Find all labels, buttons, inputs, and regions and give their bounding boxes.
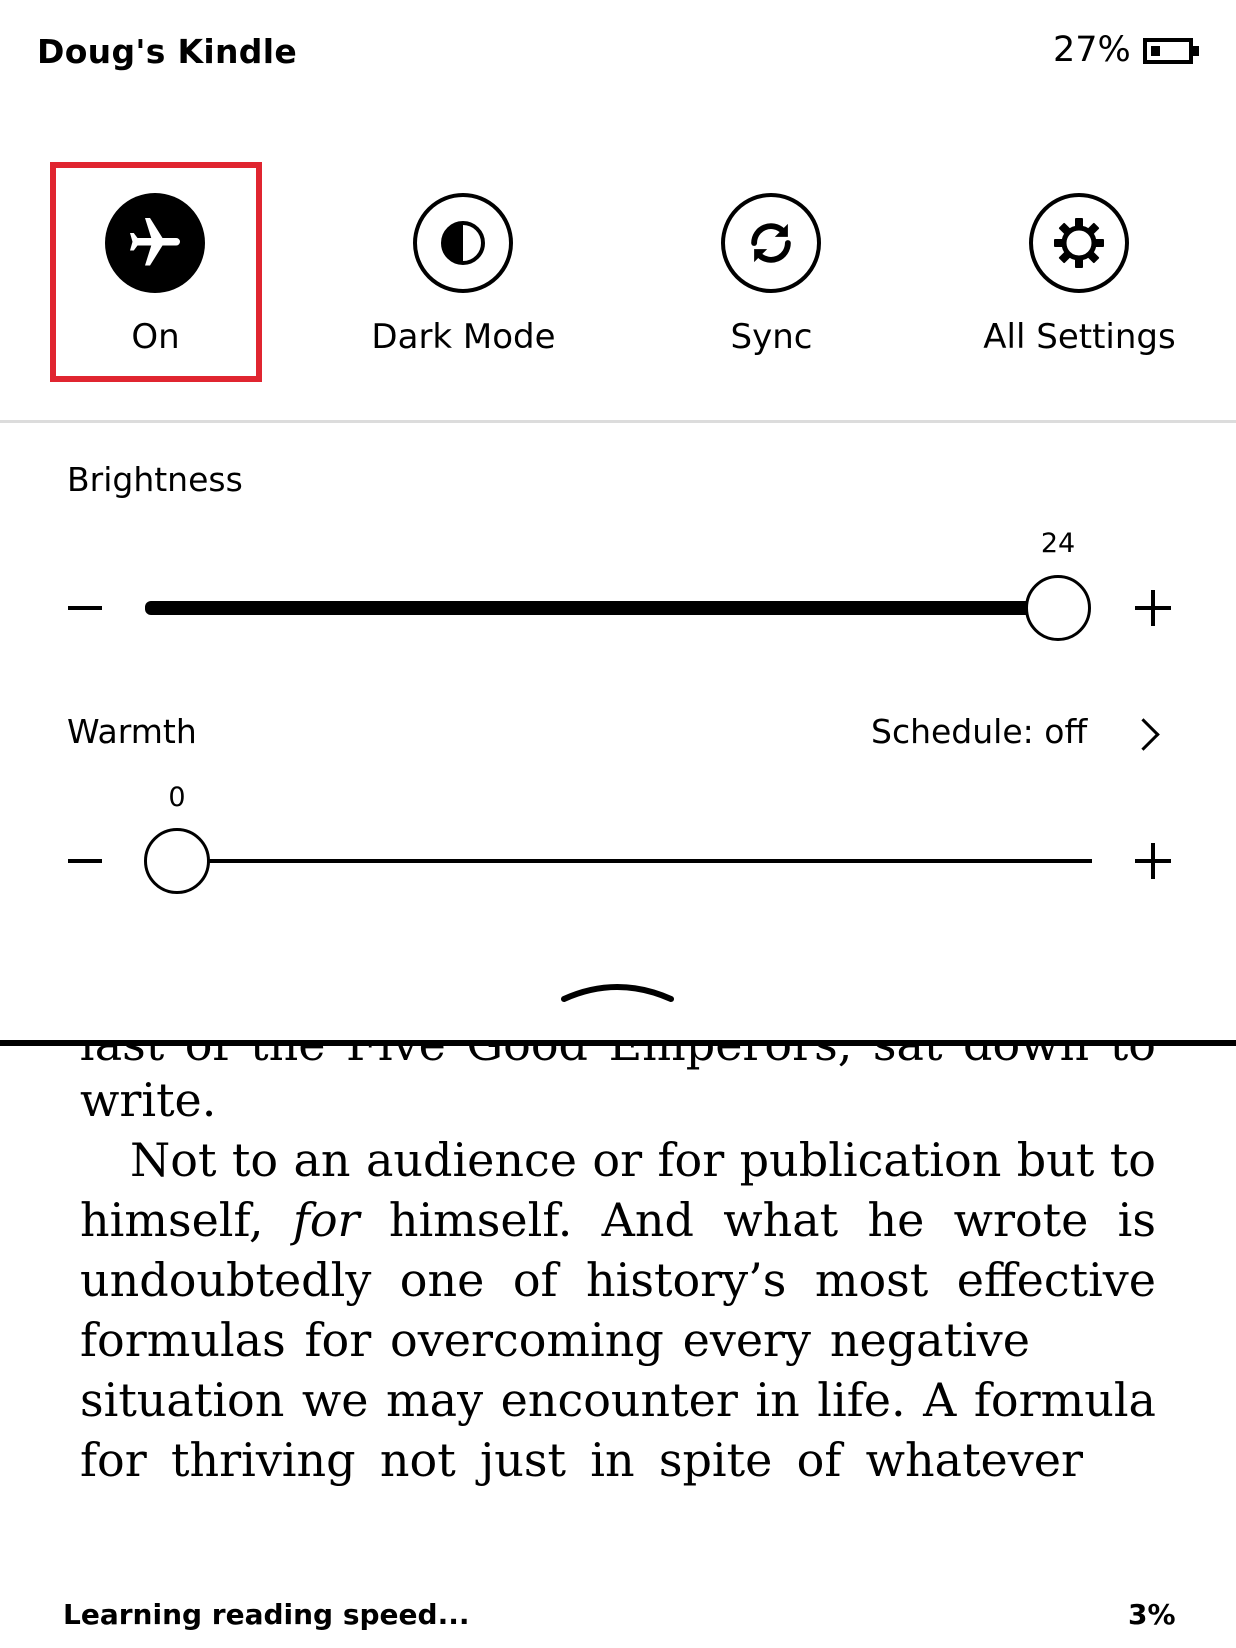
sync-icon [721, 193, 821, 293]
brightness-decrease-button[interactable] [68, 606, 102, 610]
book-word: just [479, 1433, 566, 1487]
book-word: history’s [586, 1253, 787, 1307]
book-word: negative [829, 1313, 1030, 1367]
book-word: of [796, 1433, 842, 1487]
book-word: whatever [865, 1433, 1083, 1487]
warmth-increase-button[interactable] [1135, 843, 1171, 879]
brightness-increase-button[interactable] [1135, 590, 1171, 626]
book-word: most [814, 1253, 929, 1307]
book-line: write. [80, 1068, 1156, 1132]
book-word: life. [817, 1373, 906, 1427]
warmth-schedule-link[interactable]: Schedule: off [871, 712, 1087, 751]
book-word: to [1109, 1133, 1156, 1187]
battery-percent: 27% [1053, 30, 1131, 70]
brightness-slider-handle[interactable] [1025, 575, 1091, 641]
reading-status: Learning reading speed... [63, 1598, 470, 1631]
book-word: wrote [953, 1193, 1089, 1247]
book-word: what [723, 1193, 839, 1247]
warmth-slider-handle[interactable] [144, 828, 210, 894]
book-word: for [80, 1433, 147, 1487]
book-word: of [512, 1253, 558, 1307]
book-line: formulas for overcoming every negative [80, 1308, 1030, 1372]
dark-mode-button[interactable]: Dark Mode [361, 165, 566, 375]
book-word: situation [80, 1373, 285, 1427]
book-word: write. [80, 1073, 217, 1127]
sync-button[interactable]: Sync [669, 165, 874, 375]
highlight-box [50, 162, 262, 382]
brightness-label: Brightness [67, 460, 243, 499]
reading-progress: 3% [1128, 1598, 1176, 1631]
book-word: overcoming [390, 1313, 664, 1367]
book-word: may [386, 1373, 484, 1427]
book-word: in [755, 1373, 800, 1427]
warmth-decrease-button[interactable] [68, 859, 102, 863]
book-word: for [304, 1313, 372, 1367]
battery-icon [1143, 38, 1199, 64]
book-word: formula [973, 1373, 1156, 1427]
all-settings-label: All Settings [983, 317, 1176, 357]
book-word: or [592, 1133, 643, 1187]
chevron-right-icon[interactable] [1127, 718, 1160, 751]
book-word: one [399, 1253, 485, 1307]
warmth-slider-track[interactable] [178, 859, 1092, 863]
book-word: publication [739, 1133, 1002, 1187]
book-word: himself, [80, 1193, 264, 1247]
book-word: is [1117, 1193, 1156, 1247]
book-word: every [682, 1313, 812, 1367]
chevron-up-icon[interactable] [560, 975, 675, 1009]
warmth-label: Warmth [67, 712, 197, 751]
all-settings-button[interactable]: All Settings [977, 165, 1182, 375]
book-word: effective [956, 1253, 1156, 1307]
brightness-slider-track[interactable] [145, 601, 1060, 615]
brightness-value: 24 [1040, 528, 1076, 559]
book-line: situation we may encounter in life. Aformula [80, 1368, 1156, 1432]
book-word: spite [658, 1433, 773, 1487]
book-word: we [301, 1373, 369, 1427]
book-word: Not [130, 1133, 217, 1187]
book-word: not [379, 1433, 456, 1487]
book-word: but [1016, 1133, 1095, 1187]
book-line: for thriving not just in spite of whatever [80, 1428, 1083, 1492]
book-word: an [293, 1133, 351, 1187]
gear-icon [1029, 193, 1129, 293]
book-word: audience [365, 1133, 577, 1187]
book-word: himself. [388, 1193, 573, 1247]
book-word: undoubtedly [80, 1253, 372, 1307]
book-word: to [231, 1133, 279, 1187]
book-word: encounter [500, 1373, 738, 1427]
contrast-icon [413, 193, 513, 293]
sync-label: Sync [730, 317, 813, 357]
book-word: And [601, 1193, 694, 1247]
book-line: undoubtedly one of history’s most effective [80, 1248, 1156, 1312]
book-word: in [590, 1433, 635, 1487]
book-page-text: last of the Five Good Emperors, sat down to write… [80, 1040, 1156, 1520]
device-name: Doug's Kindle [37, 32, 298, 71]
book-line: Not to an audience or for publication but to [80, 1128, 1156, 1192]
book-word: he [867, 1193, 925, 1247]
book-word: formulas [80, 1313, 286, 1367]
warmth-value: 0 [168, 782, 186, 813]
book-line: himself, for himself. And what he wrote is [80, 1188, 1156, 1252]
book-word: A [923, 1373, 957, 1427]
book-word: for [292, 1193, 360, 1247]
book-word: thriving [171, 1433, 356, 1487]
section-divider [0, 420, 1236, 423]
dark-mode-label: Dark Mode [371, 317, 556, 357]
book-word: for [657, 1133, 725, 1187]
